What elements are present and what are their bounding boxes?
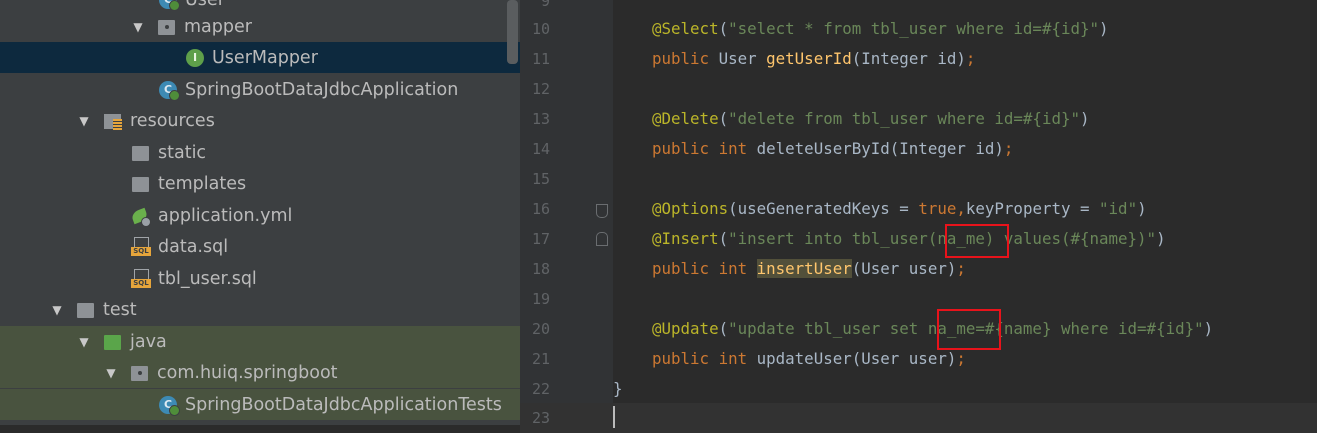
line-number: 20 xyxy=(531,320,550,338)
code-line-18: public int insertUser(User user); xyxy=(652,259,966,278)
code-line-21: public int updateUser(User user); xyxy=(652,349,966,368)
tree-item-test[interactable]: ▼ test xyxy=(0,294,520,325)
tree-item-label: data.sql xyxy=(158,236,229,257)
code-line-10: @Select("select * from tbl_user where id… xyxy=(652,19,1109,38)
tree-item-static[interactable]: static xyxy=(0,137,520,168)
tree-item-resources[interactable]: ▼ resources xyxy=(0,105,520,136)
interface-icon xyxy=(185,48,205,68)
code-line-14: public int deleteUserById(Integer id); xyxy=(652,139,1014,158)
fold-marker-icon[interactable] xyxy=(596,232,608,246)
line-number: 21 xyxy=(531,350,550,368)
package-icon xyxy=(130,363,150,383)
code-line-11: public User getUserId(Integer id); xyxy=(652,49,976,68)
test-source-folder-icon xyxy=(103,332,123,352)
folder-icon xyxy=(131,174,151,194)
line-number: 16 xyxy=(531,200,550,218)
tree-item-label: test xyxy=(103,299,137,320)
line-number: 12 xyxy=(531,80,550,98)
tree-item-application-yml[interactable]: application.yml xyxy=(0,200,520,231)
tree-scrollbar-thumb[interactable] xyxy=(507,0,518,64)
tree-item-mapper[interactable]: ▼ mapper xyxy=(0,11,520,42)
code-line-22: } xyxy=(613,379,623,398)
expand-arrow-icon[interactable]: ▼ xyxy=(50,303,64,317)
highlight-box xyxy=(937,309,1001,350)
tree-item-label: templates xyxy=(158,173,247,194)
package-icon xyxy=(157,17,177,37)
tree-item-label: SpringBootDataJdbcApplication xyxy=(185,79,459,100)
line-number: 10 xyxy=(531,20,550,38)
line-number: 22 xyxy=(531,380,550,398)
expand-arrow-icon[interactable]: ▼ xyxy=(77,114,91,128)
tree-item-label: com.huiq.springboot xyxy=(157,362,338,383)
tree-item-com-huiq-springboot[interactable]: ▼ com.huiq.springboot xyxy=(0,357,520,388)
tree-item-tbl-user-sql[interactable]: tbl_user.sql xyxy=(0,263,520,294)
current-line-highlight xyxy=(520,403,1317,433)
line-number: 17 xyxy=(531,230,550,248)
code-line-20: @Update("update tbl_user set na_me=#{nam… xyxy=(652,319,1214,338)
expand-arrow-icon[interactable]: ▼ xyxy=(77,335,91,349)
tree-item-templates[interactable]: templates xyxy=(0,168,520,199)
spring-boot-class-icon xyxy=(158,395,180,416)
sql-file-icon xyxy=(131,268,151,289)
line-number: 18 xyxy=(531,260,550,278)
code-line-13: @Delete("delete from tbl_user where id=#… xyxy=(652,109,1090,128)
tree-item-label: SpringBootDataJdbcApplicationTests xyxy=(185,394,502,415)
tree-item-label: UserMapper xyxy=(212,47,318,68)
project-tree-panel: User ▼ mapper UserMapper SpringBootDataJ… xyxy=(0,0,520,425)
spring-boot-class-icon xyxy=(158,80,180,101)
expand-arrow-icon[interactable]: ▼ xyxy=(104,366,118,380)
code-line-16: @Options(useGeneratedKeys = true,keyProp… xyxy=(652,199,1147,218)
code-line-17: @Insert("insert into tbl_user(na_me) val… xyxy=(652,229,1166,248)
highlight-box xyxy=(945,224,1009,258)
tree-item-springbootdatajdbcapplication[interactable]: SpringBootDataJdbcApplication xyxy=(0,74,520,105)
tree-item-label: resources xyxy=(130,110,215,131)
tree-item-label: tbl_user.sql xyxy=(158,268,257,289)
tree-item-label: static xyxy=(158,142,207,163)
tree-item-data-sql[interactable]: data.sql xyxy=(0,231,520,262)
tree-item-label: User xyxy=(185,0,225,10)
sql-file-icon xyxy=(131,236,151,257)
tree-item-label: java xyxy=(130,331,167,352)
tree-item-springbootdatajdbcapplicationtests[interactable]: SpringBootDataJdbcApplicationTests xyxy=(0,389,520,420)
line-number: 23 xyxy=(531,409,550,427)
line-number: 15 xyxy=(531,170,550,188)
folder-icon xyxy=(76,300,96,320)
class-icon xyxy=(158,0,180,11)
line-number: 19 xyxy=(531,290,550,308)
resources-folder-icon xyxy=(103,111,123,131)
line-number: 14 xyxy=(531,140,550,158)
expand-arrow-icon[interactable]: ▼ xyxy=(131,20,145,34)
tree-item-usermapper[interactable]: UserMapper xyxy=(0,42,520,73)
line-number: 11 xyxy=(531,50,550,68)
folder-icon xyxy=(131,143,151,163)
line-number: 13 xyxy=(531,110,550,128)
fold-marker-icon[interactable] xyxy=(596,204,608,218)
spring-yml-icon xyxy=(131,206,151,227)
tree-item-java[interactable]: ▼ java xyxy=(0,326,520,357)
tree-item-label: application.yml xyxy=(158,205,293,226)
tree-item-label: mapper xyxy=(184,16,252,37)
